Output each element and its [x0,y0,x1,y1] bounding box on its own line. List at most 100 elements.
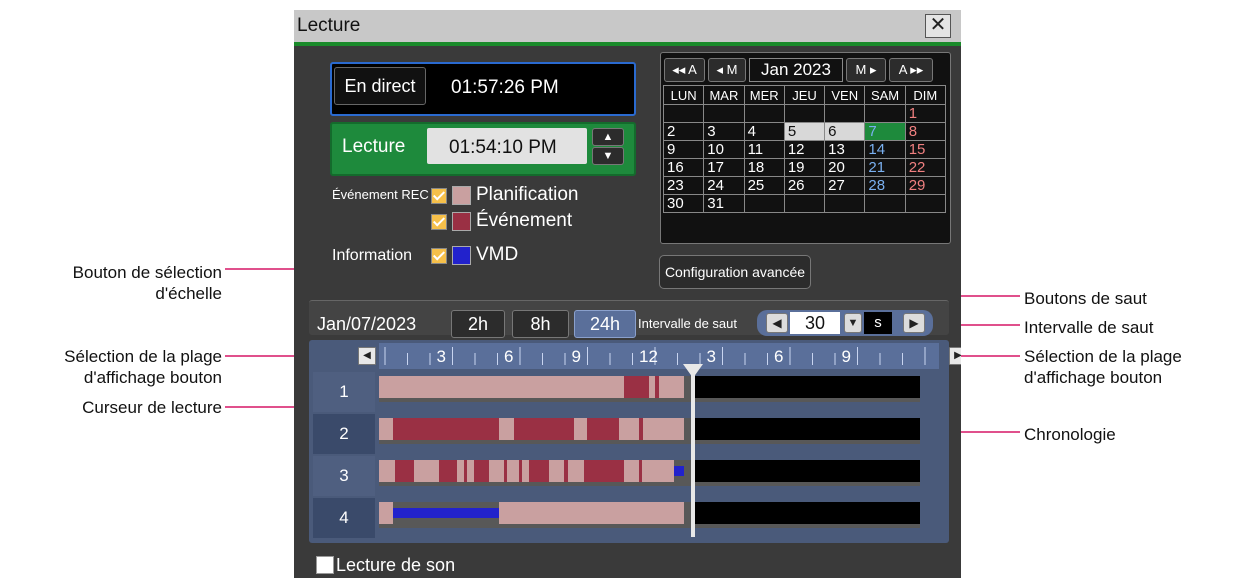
calendar-day-header: LUN [662,85,705,105]
camera-label: 1 [339,382,349,401]
event-segment [655,376,659,398]
calendar-day[interactable]: 11 [743,140,785,159]
scale-2h-button[interactable]: 2h [451,310,505,338]
calendar-day[interactable]: 7 [864,122,906,141]
annotation-display-range-left: Sélection de la plage d'affichage bouton [64,347,222,387]
vmd-checkbox[interactable] [431,248,447,264]
calendar-day-header: JEU [783,85,826,105]
calendar-day[interactable]: 24 [703,176,745,195]
time-down-button[interactable]: ▼ [592,147,624,165]
calendar-day [662,104,705,123]
event-segment [601,418,604,440]
calendar-day[interactable]: 5 [783,122,826,141]
range-right-button[interactable]: ▶ [949,347,961,365]
jump-interval-dropdown[interactable]: ▼ [844,313,862,333]
playback-cursor-head[interactable] [683,364,703,378]
calendar-day[interactable]: 15 [904,140,947,159]
prev-month-button[interactable]: ◂ M [708,58,746,82]
playback-time: 01:54:10 PM [449,137,557,158]
future-segment [691,376,920,398]
calendar-day [783,104,826,123]
recording-segment [393,508,499,518]
calendar-day[interactable]: 4 [743,122,785,141]
recording-segment [379,418,393,440]
calendar-day[interactable]: 6 [824,122,866,141]
event-segment [639,460,642,482]
calendar-day[interactable]: 3 [703,122,745,141]
calendar-day[interactable]: 8 [904,122,947,141]
event-segment [529,418,532,440]
calendar-day[interactable]: 18 [743,158,785,177]
calendar-day[interactable]: 31 [703,194,745,213]
recording-segment [584,460,624,482]
calendar-day[interactable]: 12 [783,140,826,159]
live-time: 01:57:26 PM [451,77,559,98]
calendar-day [864,194,906,213]
camera-track[interactable] [379,460,920,486]
annotation-jump-buttons: Boutons de saut [1024,289,1147,308]
jump-back-button[interactable]: ◀ [766,313,788,333]
calendar-day[interactable]: 9 [662,140,705,159]
range-left-button[interactable]: ◀ [358,347,376,365]
event-segment [559,418,563,440]
calendar-day[interactable]: 25 [743,176,785,195]
ruler-tick-label: 6 [504,347,513,366]
calendar-day [824,194,866,213]
recording-segment [393,418,499,440]
schedule-checkbox[interactable] [431,188,447,204]
scale-8h-button[interactable]: 8h [512,310,569,338]
calendar-day[interactable]: 23 [662,176,705,195]
time-up-button[interactable]: ▲ [592,128,624,146]
calendar-day[interactable]: 19 [783,158,826,177]
jump-interval-value[interactable]: 30 [790,312,840,334]
event-segment [564,460,568,482]
ruler-tick-label: 9 [572,347,581,366]
close-button[interactable]: ✕ [925,14,951,38]
next-year-button[interactable]: A ▸▸ [889,58,933,82]
prev-year-button[interactable]: ◂◂ A [664,58,705,82]
next-month-button[interactable]: M ▸ [846,58,886,82]
calendar-day[interactable]: 2 [662,122,705,141]
live-button[interactable]: En direct [334,67,426,105]
calendar-day[interactable]: 22 [904,158,947,177]
calendar-day[interactable]: 30 [662,194,705,213]
timeline-body: ◀ ▶ 3 6 9 12 3 6 9 1234 [309,340,961,543]
event-segment [609,460,612,482]
scale-24h-button[interactable]: 24h [574,310,636,338]
calendar-day [783,194,826,213]
calendar-day[interactable]: 27 [824,176,866,195]
ruler-tick-label: 12 [639,347,658,366]
audio-checkbox[interactable] [316,556,334,574]
advanced-settings-button[interactable]: Configuration avancée [659,255,811,289]
camera-track[interactable] [379,376,920,402]
jump-forward-button[interactable]: ▶ [903,313,925,333]
camera-track[interactable] [379,502,920,528]
calendar-day[interactable]: 10 [703,140,745,159]
calendar-day[interactable]: 28 [864,176,906,195]
calendar-day[interactable]: 14 [864,140,906,159]
recording-segment [529,460,549,482]
calendar-day[interactable]: 20 [824,158,866,177]
event-segment [464,460,467,482]
vmd-swatch [452,246,471,265]
playback-cursor[interactable] [691,370,695,537]
calendar-day[interactable]: 1 [904,104,947,123]
recording-segment [514,418,574,440]
playback-dialog: Lecture ✕ En direct 01:57:26 PM Lecture … [294,10,961,578]
event-segment [519,460,522,482]
playback-button[interactable]: Lecture [342,136,405,158]
calendar-day-header: MER [743,85,785,105]
event-checkbox[interactable] [431,214,447,230]
calendar-day[interactable]: 13 [824,140,866,159]
future-segment [691,460,920,482]
camera-track[interactable] [379,418,920,444]
camera-label: 3 [339,466,349,485]
calendar-day[interactable]: 26 [783,176,826,195]
calendar-day[interactable]: 17 [703,158,745,177]
calendar-day[interactable]: 16 [662,158,705,177]
event-segment [639,418,643,440]
calendar-day[interactable]: 21 [864,158,906,177]
calendar-day[interactable]: 29 [904,176,947,195]
calendar-day [743,104,785,123]
ruler-tick-label: 3 [707,347,716,366]
